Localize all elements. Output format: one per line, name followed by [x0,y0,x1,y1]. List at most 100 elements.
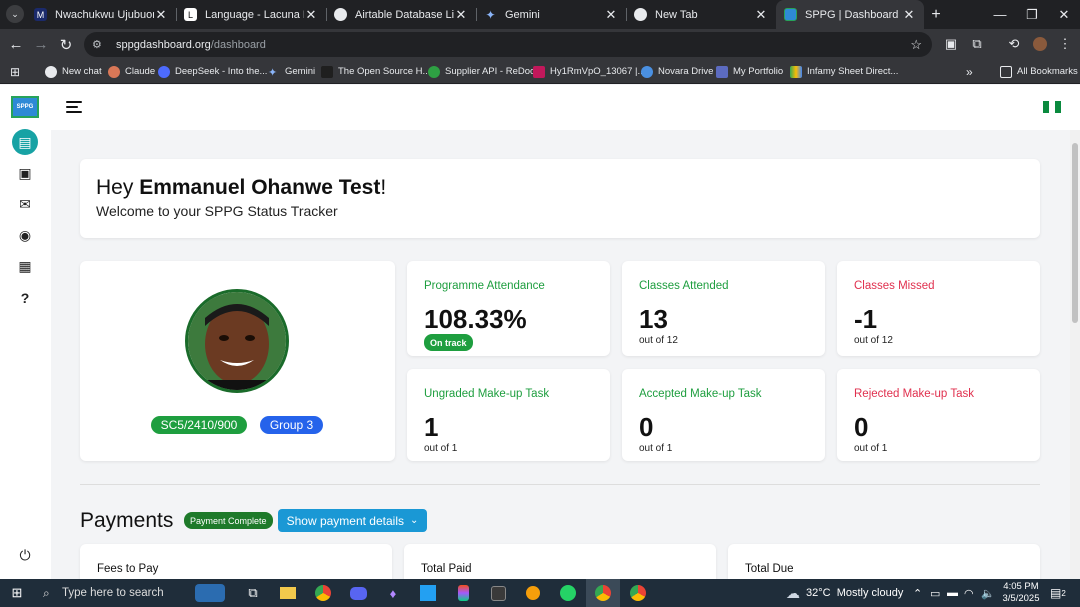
mail-icon[interactable]: ✉ [12,191,38,217]
bookmark-item[interactable]: The Open Source H... [321,60,430,83]
welcome-text: Welcome to your SPPG Status Tracker [96,203,338,219]
close-icon[interactable]: ✕ [154,7,168,23]
tab-0[interactable]: M Nwachukwu Ujubuonu ✕ [26,0,176,29]
weather-widget[interactable]: ☁ 32°C Mostly cloudy [786,579,903,607]
widget-icon[interactable] [188,579,232,607]
wifi-icon[interactable]: ◠ [964,579,974,607]
chrome-active-icon[interactable] [586,579,620,607]
folder-icon [1000,65,1012,78]
windows-start-icon[interactable]: ⊞ [0,579,34,607]
more-bookmarks-icon[interactable]: » [966,60,973,83]
back-icon[interactable]: ← [4,29,28,60]
button-label: Show payment details [286,513,404,528]
menu-icon[interactable]: ⋮ [1054,33,1076,55]
drive-icon [790,65,802,78]
stat-label: Rejected Make-up Task [854,388,974,400]
sppg-logo[interactable]: SPPG [11,96,39,118]
dashboard-icon[interactable]: ▤ [12,129,38,155]
battery-icon[interactable]: ▬ [947,579,958,607]
davinci-icon[interactable] [481,579,515,607]
chatgpt-icon [45,65,57,78]
avatar-photo [188,292,286,390]
notification-icon[interactable]: ▤ 2 [1050,579,1066,607]
total-paid-card: Total Paid [404,544,716,579]
close-window-button[interactable]: ✕ [1048,0,1080,29]
all-bookmarks[interactable]: All Bookmarks [1000,60,1078,83]
discord-icon[interactable] [341,579,375,607]
stat-value: -1 [854,304,878,334]
logout-icon[interactable]: ⏻ [12,542,38,568]
stat-value: 1 [424,412,439,442]
bookmark-item[interactable]: Infamy Sheet Direct... [790,60,898,83]
tab-4[interactable]: New Tab ✕ [626,0,776,29]
tab-3[interactable]: ✦ Gemini ✕ [476,0,626,29]
reload-icon[interactable]: ↻ [54,29,78,60]
bookmark-item[interactable]: Claude [108,60,155,83]
bookmark-label: DeepSeek - Into the... [175,66,268,77]
stat-card-ungraded-task: Ungraded Make-up Task 1 out of 1 [407,369,610,461]
close-icon[interactable]: ✕ [754,7,768,23]
tab-title: New Tab [655,8,698,21]
forward-icon[interactable]: → [29,29,53,60]
bookmark-item[interactable]: ✦ Gemini [268,60,315,83]
menu-toggle-icon[interactable] [66,101,82,116]
help-icon[interactable]: ? [12,285,38,311]
site-settings-icon[interactable]: ⚙ [92,38,108,51]
greeting-prefix: Hey [96,176,140,199]
maximize-button[interactable]: ❐ [1016,0,1048,29]
tray-icon[interactable]: ▭ [930,579,940,607]
vscode-icon[interactable] [411,579,445,607]
show-payment-details-button[interactable]: Show payment details ⌄ [278,509,427,532]
puzzle-icon[interactable]: ⧉ [966,33,988,55]
close-icon[interactable]: ✕ [304,7,318,23]
tab-1[interactable]: L Language - Lacuna Fund ✕ [176,0,326,29]
bookmark-label: The Open Source H... [338,66,431,77]
address-bar[interactable]: ⚙ sppgdashboard.org/dashboard ☆ [84,32,932,57]
stat-value: 0 [854,412,869,442]
star-icon[interactable]: ☆ [910,37,922,53]
clock-time: 4:05 PM [1003,581,1039,592]
whatsapp-icon[interactable] [551,579,585,607]
app-icon[interactable] [516,579,550,607]
file-explorer-icon[interactable] [271,579,305,607]
profile-card: SC5/2410/900 Group 3 [80,261,395,461]
tab-2[interactable]: Airtable Database Limitati ✕ [326,0,476,29]
scrollbar-thumb[interactable] [1072,143,1078,323]
bookmark-item[interactable]: New chat [45,60,102,83]
profile-avatar[interactable] [1029,33,1051,55]
bookmark-item[interactable]: My Portfolio [716,60,783,83]
claude-icon [108,65,120,78]
volume-icon[interactable]: 🔈 [981,579,995,607]
contacts-icon[interactable]: ▣ [12,160,38,186]
chevron-up-icon[interactable]: ⌃ [913,579,922,607]
bookmark-item[interactable]: Novara Drive [641,60,713,83]
page-scrollbar[interactable] [1070,130,1080,579]
sidebar: SPPG ▤ ▣ ✉ ◉ ▦ ? ⏻ [0,85,51,579]
extension-icon[interactable]: ▣ [940,33,962,55]
site-icon: L [184,8,197,21]
sync-icon[interactable]: ⟲ [1003,33,1025,55]
tab-5[interactable]: SPPG | Dashboard ✕ [776,0,924,29]
close-icon[interactable]: ✕ [454,7,468,23]
minimize-button[interactable]: — [984,0,1016,29]
clock[interactable]: 4:05 PM 3/5/2025 [1002,579,1040,607]
stat-card-accepted-task: Accepted Make-up Task 0 out of 1 [622,369,825,461]
stat-card-classes-attended: Classes Attended 13 out of 12 [622,261,825,356]
figma-icon[interactable] [446,579,480,607]
task-view-icon[interactable]: ⧉ [236,579,270,607]
chrome-icon[interactable] [306,579,340,607]
app-icon[interactable]: ♦ [376,579,410,607]
close-icon[interactable]: ✕ [902,7,916,23]
bookmark-item[interactable]: Supplier API - ReDoc [428,60,535,83]
clipboard-icon[interactable]: ▦ [12,253,38,279]
new-tab-button[interactable]: + [920,0,952,29]
tab-title: Language - Lacuna Fund [205,8,304,21]
taskbar-search[interactable]: ⌕ Type here to search [34,579,184,607]
tab-search-icon[interactable]: ⌄ [2,0,28,28]
bookmark-item[interactable]: Hy1RmVpO_13067 |... [533,60,645,83]
apps-icon[interactable]: ⊞ [10,60,20,83]
close-icon[interactable]: ✕ [604,7,618,23]
support-icon[interactable]: ◉ [12,222,38,248]
bookmark-item[interactable]: DeepSeek - Into the... [158,60,267,83]
chrome-profile-icon[interactable] [621,579,655,607]
